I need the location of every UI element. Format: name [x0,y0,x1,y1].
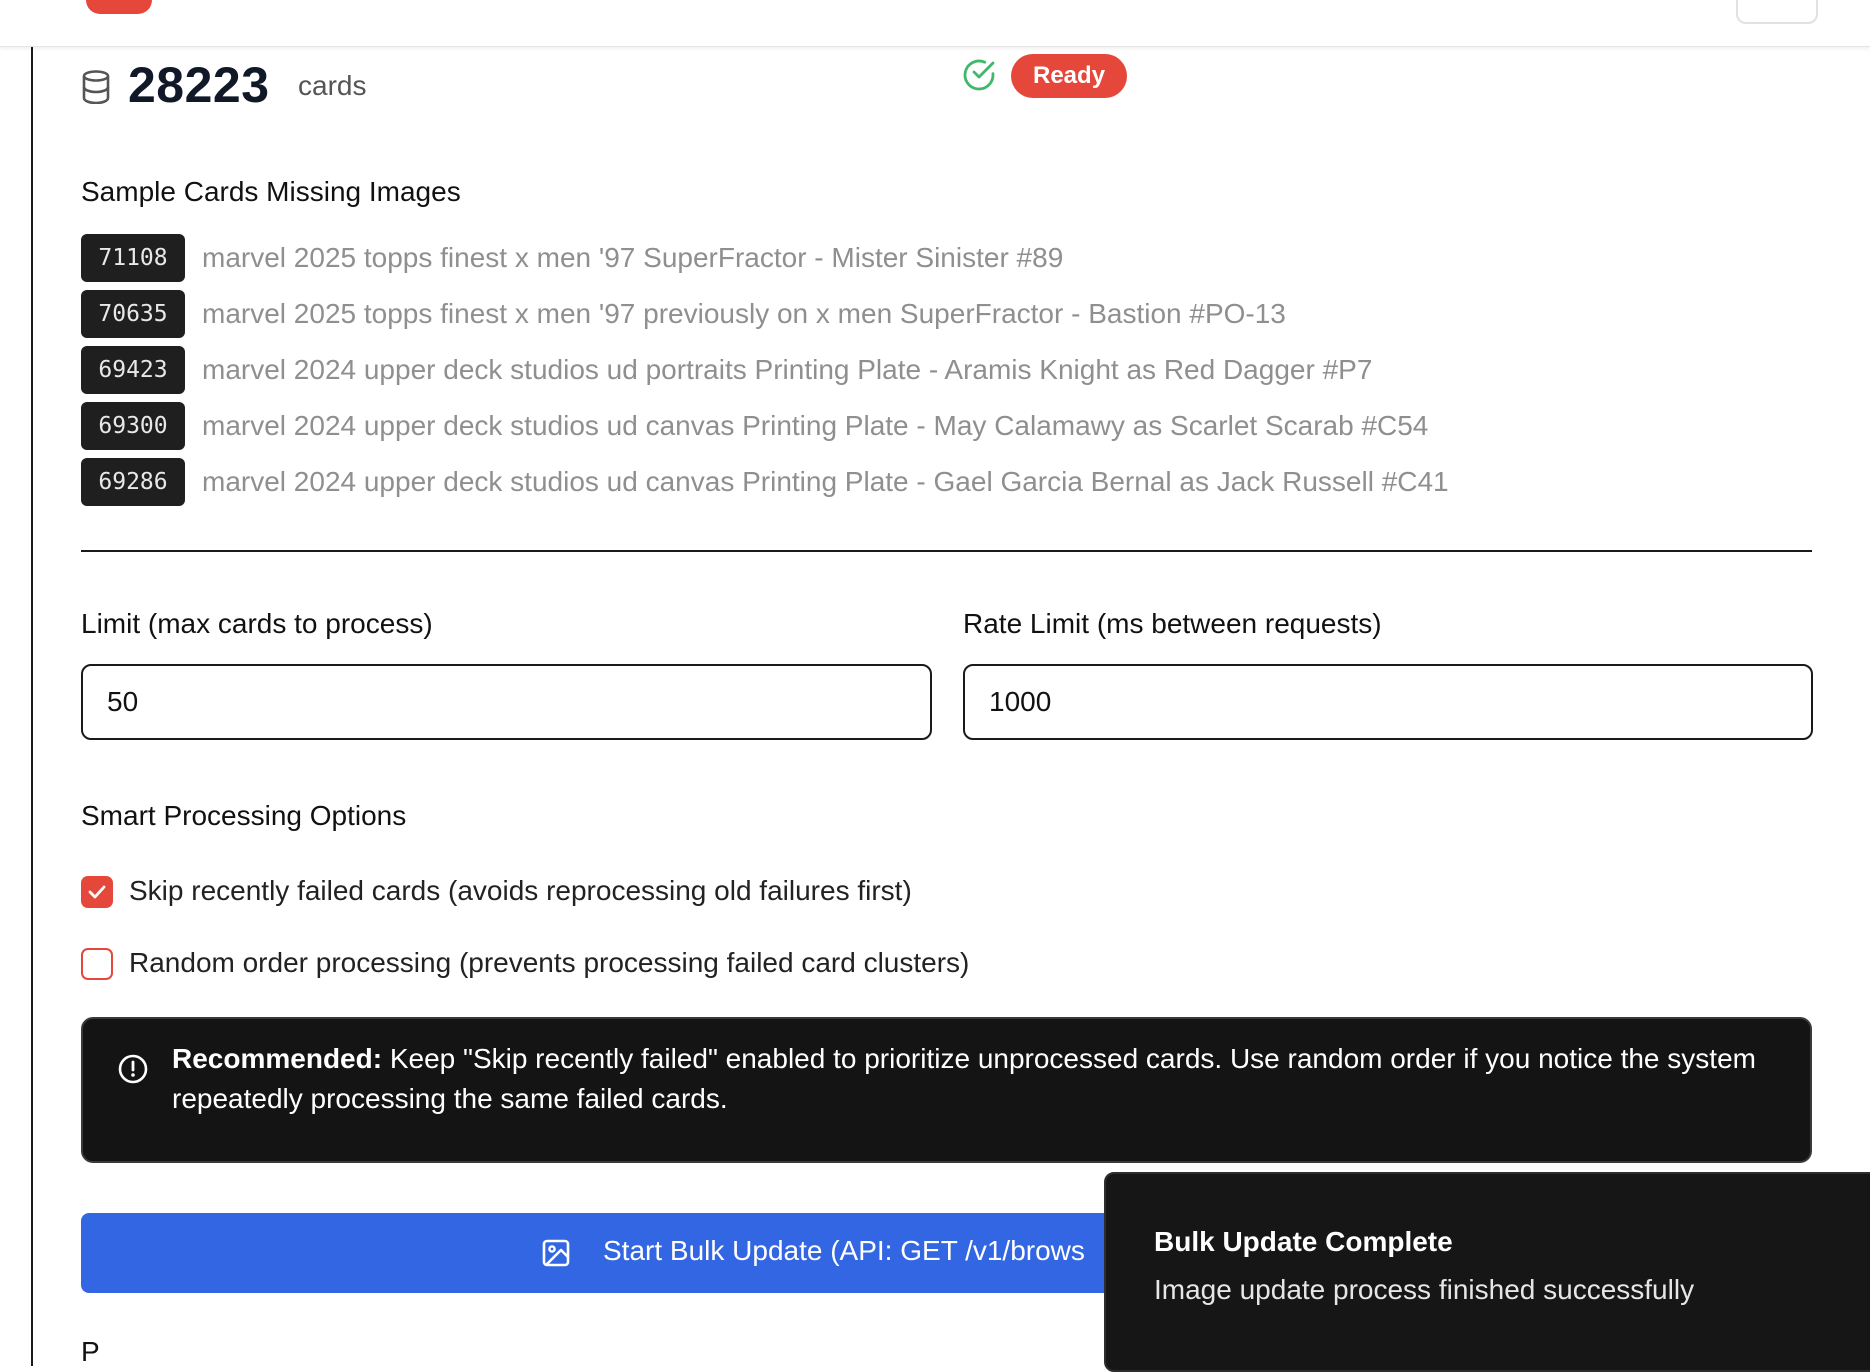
random-order-label[interactable]: Random order processing (prevents proces… [129,947,969,979]
toast-description: Image update process finished successful… [1154,1274,1695,1305]
sample-cards-title: Sample Cards Missing Images [81,176,461,207]
list-item: 69300 marvel 2024 upper deck studios ud … [81,398,1449,454]
skip-failed-checkbox[interactable] [81,876,113,908]
toast-notification[interactable]: Bulk Update Complete Image update proces… [1104,1172,1870,1372]
app-logo[interactable] [86,0,152,14]
status-badge: Ready [1011,54,1128,98]
info-icon [118,1054,148,1084]
card-count: 28223 [128,57,270,113]
recommendation-alert: Recommended: Keep "Skip recently failed"… [81,1017,1812,1163]
top-bar [0,0,1870,47]
card-name: marvel 2025 topps finest x men '97 previ… [202,298,1286,329]
card-id-badge: 69286 [81,458,185,506]
alert-body: Keep "Skip recently failed" enabled to p… [172,1043,1756,1114]
checkmark-icon [88,885,106,899]
card-name: marvel 2024 upper deck studios ud canvas… [202,466,1449,497]
limit-label: Limit (max cards to process) [81,608,433,639]
limit-input[interactable] [81,664,932,740]
card-id-badge: 71108 [81,234,185,282]
sample-cards-list: 71108 marvel 2025 topps finest x men '97… [81,230,1449,510]
rate-limit-label: Rate Limit (ms between requests) [963,608,1382,639]
check-circle-icon [963,59,995,91]
section-divider [81,550,1812,552]
alert-strong: Recommended: [172,1043,383,1074]
start-bulk-update-label: Start Bulk Update (API: GET /v1/brows [603,1235,1085,1266]
random-order-checkbox[interactable] [81,948,113,980]
skip-failed-label[interactable]: Skip recently failed cards (avoids repro… [129,875,912,907]
list-item: 69286 marvel 2024 upper deck studios ud … [81,454,1449,510]
card-name: marvel 2024 upper deck studios ud portra… [202,354,1373,385]
image-icon [542,1239,570,1267]
toast-title: Bulk Update Complete [1154,1226,1453,1257]
database-icon [82,70,110,104]
card-id-badge: 69423 [81,346,185,394]
alert-message: Recommended: Keep "Skip recently failed"… [172,1039,1772,1119]
rate-limit-input[interactable] [963,664,1813,740]
next-section-heading: P [81,1336,100,1367]
menu-button[interactable] [1736,0,1818,24]
smart-options-title: Smart Processing Options [81,800,407,831]
card-id-badge: 69300 [81,402,185,450]
card-name: marvel 2025 topps finest x men '97 Super… [202,242,1064,273]
list-item: 70635 marvel 2025 topps finest x men '97… [81,286,1449,342]
card-name: marvel 2024 upper deck studios ud canvas… [202,410,1429,441]
card-count-unit: cards [298,70,367,101]
list-item: 71108 marvel 2025 topps finest x men '97… [81,230,1449,286]
list-item: 69423 marvel 2024 upper deck studios ud … [81,342,1449,398]
card-id-badge: 70635 [81,290,185,338]
